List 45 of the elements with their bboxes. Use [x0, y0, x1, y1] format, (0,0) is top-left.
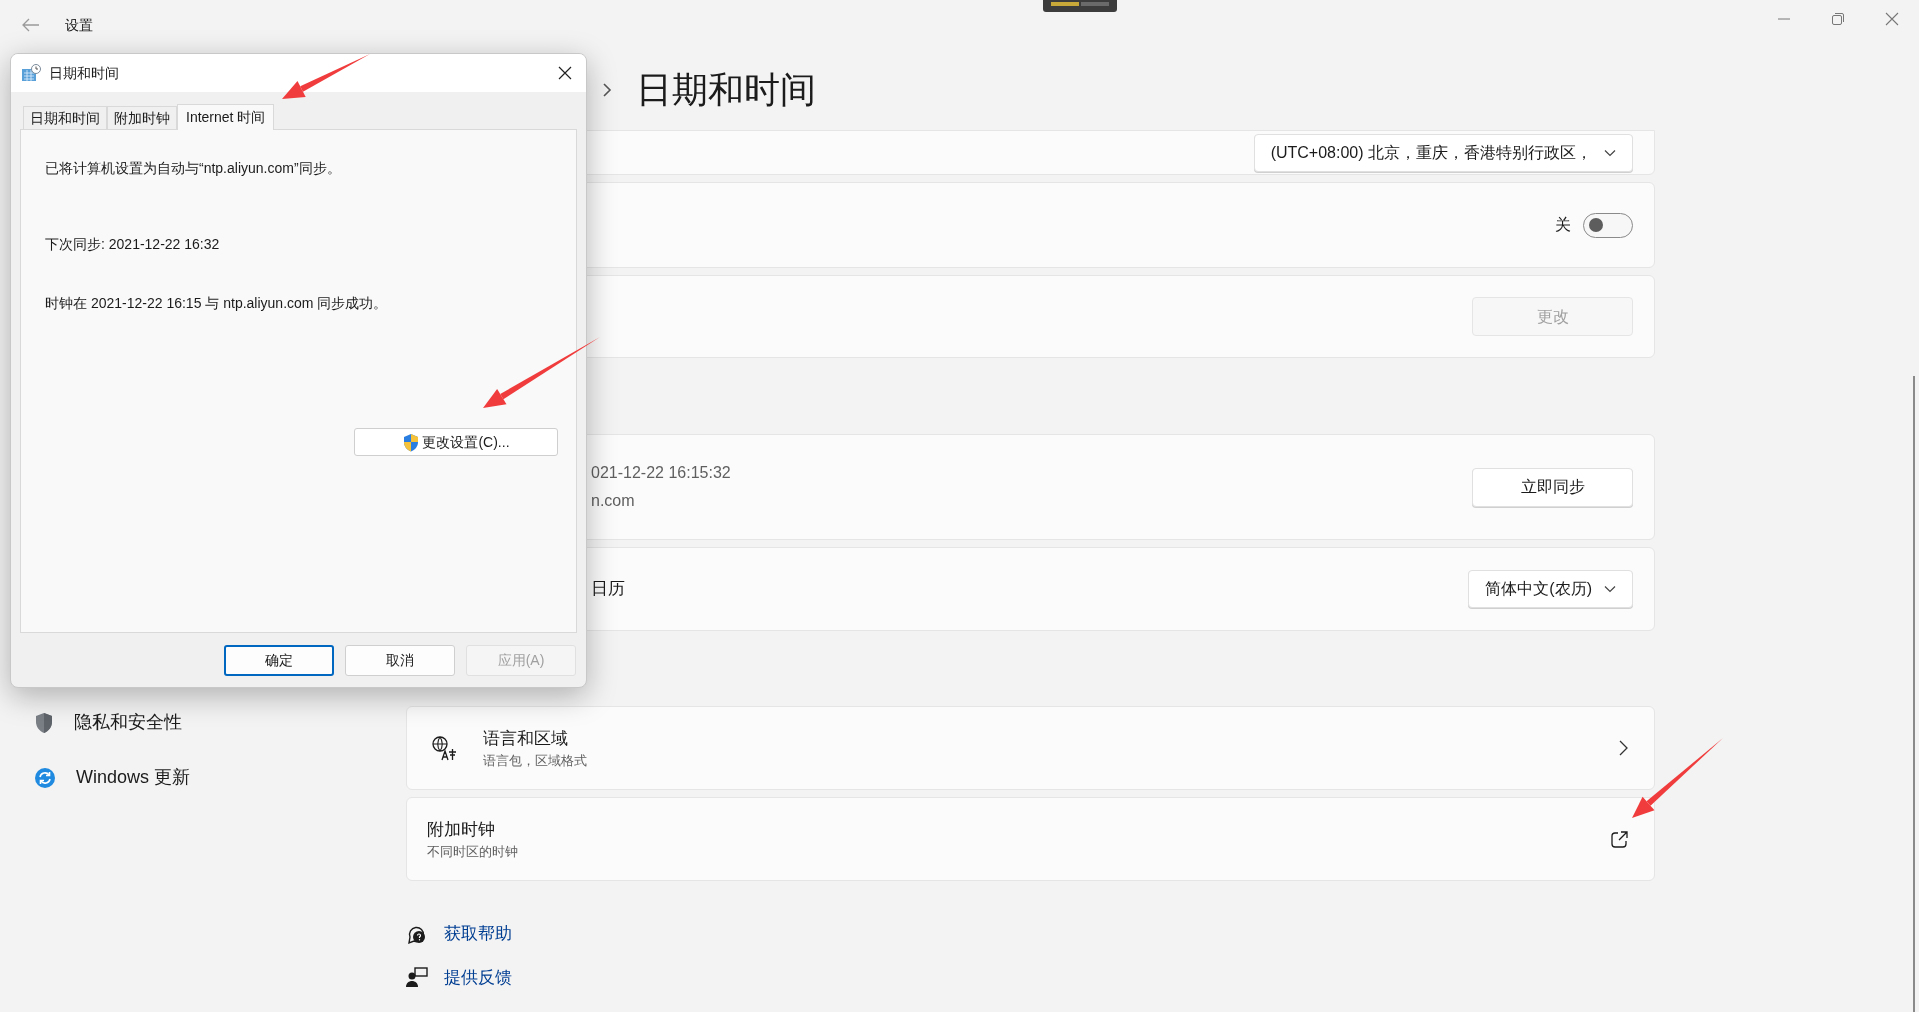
card-text: 日历	[591, 578, 625, 601]
sync-info-text: 时钟在 2021-12-22 16:15 与 ntp.aliyun.com 同步成功。	[45, 294, 389, 313]
dialog-tab[interactable]: Internet 时间	[177, 104, 275, 130]
external-link-icon	[1611, 830, 1628, 848]
dialog-title: 日期和时间	[49, 63, 120, 83]
sidebar-item[interactable]: Windows 更新	[76, 764, 191, 791]
chevron-down-icon	[1604, 148, 1616, 157]
dialog-tab[interactable]: 附加时钟	[107, 106, 177, 129]
dialog-button[interactable]: 确定	[224, 645, 334, 676]
related-link-card[interactable]: 语言和区域 语言包，区域格式	[406, 706, 1655, 790]
chevron-down-icon	[1604, 585, 1616, 593]
breadcrumb-chevron-icon	[602, 82, 612, 98]
window-title: 设置	[65, 15, 93, 35]
back-arrow-icon[interactable]	[22, 18, 40, 32]
toggle-switch[interactable]	[1583, 212, 1633, 238]
card-text: n.com	[591, 491, 636, 511]
sync-info-text: 下次同步: 2021-12-22 16:32	[45, 235, 221, 254]
shield-icon	[34, 711, 54, 734]
change-settings-button[interactable]: 更改设置(C)...	[354, 428, 558, 456]
related-link-card[interactable]: 附加时钟 不同时区的时钟	[406, 797, 1655, 881]
connector-icon	[1043, 0, 1117, 13]
sidebar-item[interactable]: 隐私和安全性	[74, 709, 182, 736]
dropdown[interactable]: 简体中文(农历)	[1468, 570, 1633, 608]
shield-icon	[402, 432, 421, 452]
help-link[interactable]: 获取帮助	[444, 921, 512, 947]
help-link[interactable]: 提供反馈	[444, 964, 512, 990]
link-subtitle: 不同时区的时钟	[427, 843, 519, 861]
restore-icon[interactable]	[1831, 12, 1845, 26]
dialog-button[interactable]: 取消	[345, 645, 455, 676]
sync-icon	[34, 766, 56, 789]
calendar-clock-icon	[21, 64, 41, 82]
chevron-right-icon	[1619, 740, 1628, 756]
language-icon	[431, 735, 457, 761]
page-title: 日期和时间	[636, 72, 816, 108]
dropdown[interactable]: (UTC+08:00) 北京，重庆，香港特别行政区，	[1253, 133, 1633, 172]
sync-info-text: 已将计算机设置为自动与“ntp.aliyun.com”同步。	[45, 159, 342, 178]
toggle-state-label: 关	[1555, 215, 1571, 235]
close-icon[interactable]	[558, 66, 572, 80]
feedback-icon	[406, 966, 428, 989]
dialog-tab[interactable]: 日期和时间	[23, 106, 107, 129]
link-title: 附加时钟	[427, 818, 496, 841]
link-subtitle: 语言包，区域格式	[483, 752, 588, 770]
action-button[interactable]: 立即同步	[1472, 467, 1633, 507]
card-text: 021-12-22 16:15:32	[591, 463, 731, 483]
link-title: 语言和区域	[483, 727, 569, 750]
